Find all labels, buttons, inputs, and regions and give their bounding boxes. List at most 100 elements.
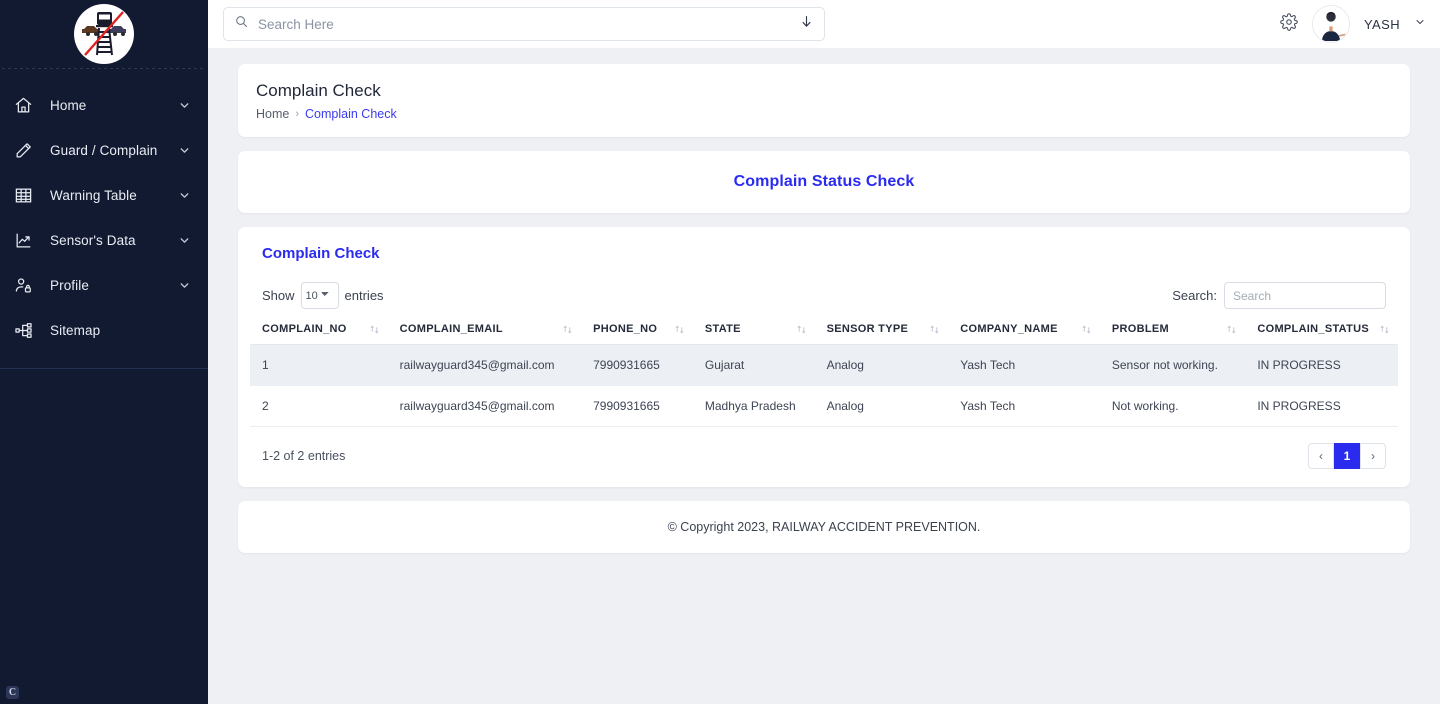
cell-sensor-type: Analog [814,385,949,427]
global-search-box[interactable] [223,7,825,41]
sidebar-nav: Home Guard / Complain Warning Table Sens… [0,69,208,353]
copyright-text: © Copyright 2023, RAILWAY ACCIDENT PREVE… [667,520,981,534]
sidebar-item-warning-table[interactable]: Warning Table [0,173,208,218]
cell-sensor-type: Analog [814,344,949,386]
table-search-label: Search: [1172,288,1217,303]
entries-info: 1-2 of 2 entries [262,449,346,463]
user-avatar-icon [1312,6,1349,41]
chevron-down-icon[interactable] [178,279,192,293]
sidebar-item-label: Guard / Complain [50,143,158,158]
sidebar: Home Guard / Complain Warning Table Sens… [0,0,208,704]
sidebar-item-label: Home [50,98,87,113]
table-search-group: Search: [1172,282,1386,309]
table-grid-icon [14,184,40,208]
entries-label: entries [344,288,384,303]
column-header-sensor-type[interactable]: SENSOR TYPE [814,323,949,345]
column-header-state[interactable]: STATE [692,323,815,345]
table-row: 2 railwayguard345@gmail.com 7990931665 Madh… [250,385,1398,427]
cell-complain-status: IN PROGRESS [1245,385,1398,427]
table-row: 1 railwayguard345@gmail.com 7990931665 Guja… [250,344,1398,386]
chevron-down-icon[interactable] [178,99,192,113]
column-header-company-name[interactable]: COMPANY_NAME [948,323,1100,345]
chevron-down-icon[interactable] [178,144,192,158]
complain-table: COMPLAIN_NO COMPLAIN_EMAIL PHONE_NO STATE SE… [250,323,1398,427]
pagination-prev-button[interactable]: ‹ [1308,443,1334,469]
main-area: YASH Complain Check Home › Complain Chec… [208,0,1440,704]
chevron-down-icon[interactable] [178,234,192,248]
table-head: COMPLAIN_NO COMPLAIN_EMAIL PHONE_NO STATE SE… [250,323,1398,345]
breadcrumb-card: Complain Check Home › Complain Check [238,64,1410,137]
column-header-label: STATE [704,323,741,335]
cell-complain-no: 2 [250,385,388,427]
cell-phone-no: 7990931665 [581,385,693,427]
user-name-label: YASH [1363,16,1400,32]
column-header-phone-no[interactable]: PHONE_NO [581,323,693,345]
footer-card: © Copyright 2023, RAILWAY ACCIDENT PREVE… [238,501,1410,553]
sidebar-logo[interactable] [0,0,208,68]
pencil-icon [14,139,40,163]
column-header-label: PHONE_NO [593,323,658,335]
sidebar-section-divider [0,368,208,369]
railway-crossing-logo-icon [76,6,132,62]
table-body: 1 railwayguard345@gmail.com 7990931665 Guja… [250,344,1398,427]
show-label: Show [262,288,295,303]
c-badge-icon[interactable]: C [6,686,19,699]
show-entries-group: Show 102550100 entries [262,282,384,309]
pagination-next-button[interactable]: › [1360,443,1386,469]
column-header-complain-email[interactable]: COMPLAIN_EMAIL [387,323,582,345]
breadcrumb-current[interactable]: Complain Check [305,107,397,121]
cell-complain-no: 1 [250,344,388,386]
sidebar-item-profile[interactable]: Profile [0,263,208,308]
entries-per-page-select[interactable]: 102550100 [300,282,339,309]
cell-complain-email: railwayguard345@gmail.com [387,385,582,427]
topbar: YASH [208,0,1440,48]
chevron-down-icon[interactable] [1414,15,1426,33]
breadcrumb-home-link[interactable]: Home [256,107,289,121]
column-header-problem[interactable]: PROBLEM [1099,323,1246,345]
home-icon [14,94,40,118]
cell-state: Gujarat [692,344,815,386]
cell-company-name: Yash Tech [948,344,1100,386]
column-header-complain-no[interactable]: COMPLAIN_NO [250,323,388,345]
line-chart-icon [14,229,40,253]
user-lock-icon [14,274,40,298]
sidebar-item-label: Sitemap [50,323,101,338]
column-header-label: COMPANY_NAME [960,323,1058,335]
sidebar-item-label: Sensor's Data [50,233,136,248]
table-footer: 1-2 of 2 entries ‹ 1 › [250,427,1398,475]
cell-problem: Not working. [1099,385,1246,427]
arrow-down-icon[interactable] [799,14,814,34]
cell-company-name: Yash Tech [948,385,1100,427]
column-header-label: COMPLAIN_EMAIL [399,323,503,335]
page-title: Complain Check [256,81,381,100]
table-controls: Show 102550100 entries Search: [250,282,1398,309]
sidebar-item-label: Profile [50,278,89,293]
avatar[interactable] [1311,5,1350,43]
search-icon [234,14,249,34]
page-content: Complain Check Home › Complain Check Com… [208,48,1440,704]
table-search-input[interactable] [1224,282,1386,309]
table-header-row: COMPLAIN_NO COMPLAIN_EMAIL PHONE_NO STATE SE… [250,323,1398,345]
search-input[interactable] [258,16,799,32]
cell-phone-no: 7990931665 [581,344,693,386]
sidebar-item-sitemap[interactable]: Sitemap [0,308,208,353]
table-card-title: Complain Check [262,245,380,262]
chevron-down-icon[interactable] [178,189,192,203]
status-card: Complain Status Check [238,151,1410,213]
breadcrumb-separator: › [295,108,300,120]
pagination-page-1[interactable]: 1 [1334,443,1360,469]
column-header-complain-status[interactable]: COMPLAIN_STATUS [1245,323,1398,345]
column-header-label: PROBLEM [1111,323,1169,335]
gear-icon[interactable] [1280,12,1298,36]
sidebar-item-home[interactable]: Home [0,83,208,128]
sidebar-item-guard-complain[interactable]: Guard / Complain [0,128,208,173]
column-header-label: SENSOR TYPE [826,323,909,335]
topbar-right-group: YASH [1280,5,1426,43]
cell-problem: Sensor not working. [1099,344,1246,386]
cell-complain-email: railwayguard345@gmail.com [387,344,582,386]
sidebar-item-label: Warning Table [50,188,137,203]
logo-icon [74,4,134,64]
column-header-label: COMPLAIN_NO [262,323,347,335]
complain-table-card: Complain Check Show 102550100 entries Se… [238,227,1410,487]
sidebar-item-sensors-data[interactable]: Sensor's Data [0,218,208,263]
